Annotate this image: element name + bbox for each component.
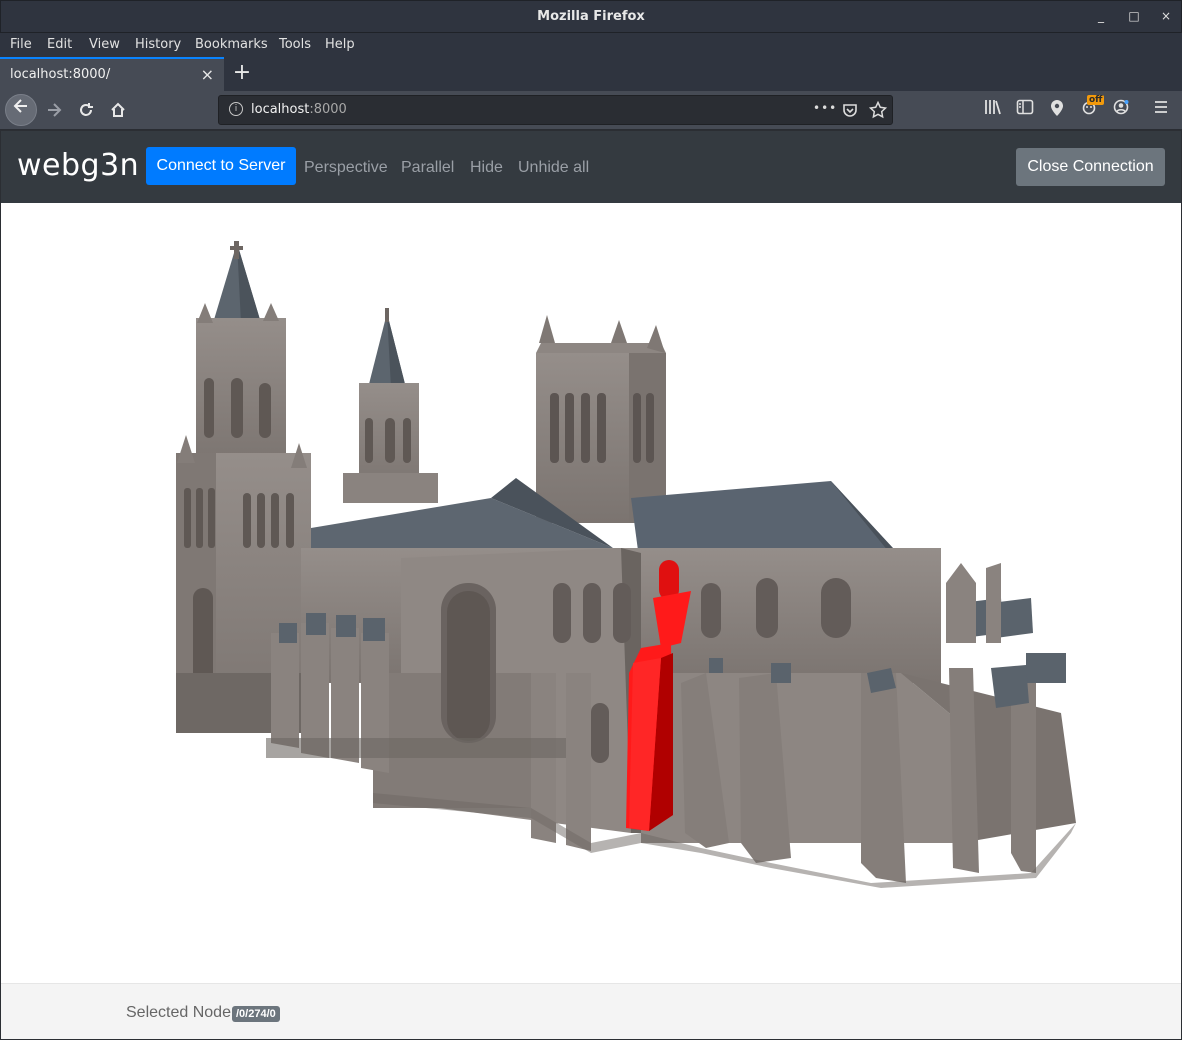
info-icon[interactable]: i [229,102,243,116]
back-arrow-icon[interactable] [5,94,37,126]
west-tower-right [343,308,438,503]
minimize-icon[interactable]: _ [1093,9,1109,23]
selected-node-label: Selected Node [126,1004,231,1021]
app-navbar: webg3n Connect to Server Perspective Par… [1,131,1181,203]
unhide-all-link[interactable]: Unhide all [518,159,589,177]
star-icon[interactable] [868,100,888,123]
connect-server-button[interactable]: Connect to Server [146,147,296,185]
close-window-icon[interactable]: × [1158,9,1174,23]
page-actions-icon[interactable]: ••• [813,101,837,115]
maximize-icon[interactable]: □ [1126,9,1142,23]
selected-node-badge: /0/274/0 [232,1006,280,1022]
menu-view[interactable]: View [89,37,120,52]
menu-history[interactable]: History [135,37,181,52]
menu-icon[interactable] [1150,99,1172,118]
forward-arrow-icon[interactable] [40,96,68,124]
sidebar-icon[interactable] [1014,99,1036,119]
pocket-icon[interactable] [842,100,858,122]
central-tower [536,315,666,523]
tab-label: localhost:8000/ [10,67,111,82]
home-icon[interactable] [104,96,132,124]
reload-icon[interactable] [72,96,100,124]
library-icon[interactable] [982,99,1004,119]
menu-bar: File Edit View History Bookmarks Tools H… [0,33,1182,57]
window-frame-left [0,130,1,1040]
menu-bookmarks[interactable]: Bookmarks [195,37,268,52]
parallel-link[interactable]: Parallel [401,159,454,177]
hide-link[interactable]: Hide [470,159,503,177]
url-text[interactable]: localhost:8000 [251,102,347,117]
close-connection-button[interactable]: Close Connection [1016,148,1165,186]
url-host: localhost [251,102,310,117]
tab-strip: localhost:8000/ × + [0,57,1182,91]
tab-localhost[interactable]: localhost:8000/ × [0,57,224,91]
menu-file[interactable]: File [10,37,32,52]
cathedral-model[interactable] [1,203,1181,983]
brand-logo[interactable]: webg3n [17,148,139,183]
menu-edit[interactable]: Edit [47,37,72,52]
status-footer: Selected Node /0/274/0 [1,983,1181,1039]
menu-tools[interactable]: Tools [279,37,311,52]
render-viewport[interactable] [1,203,1181,983]
extension-badge: off [1087,95,1105,105]
location-icon[interactable] [1046,99,1068,121]
perspective-link[interactable]: Perspective [304,159,388,177]
url-bar[interactable]: i localhost:8000 ••• [218,95,893,125]
window-title: Mozilla Firefox [537,9,645,24]
account-icon[interactable] [1110,99,1132,119]
menu-help[interactable]: Help [325,37,355,52]
tab-close-icon[interactable]: × [201,65,214,84]
window-titlebar: Mozilla Firefox _ □ × [0,0,1182,33]
new-tab-icon[interactable]: + [232,60,252,85]
navigation-toolbar: i localhost:8000 ••• off [0,91,1182,130]
url-port: :8000 [309,102,347,117]
